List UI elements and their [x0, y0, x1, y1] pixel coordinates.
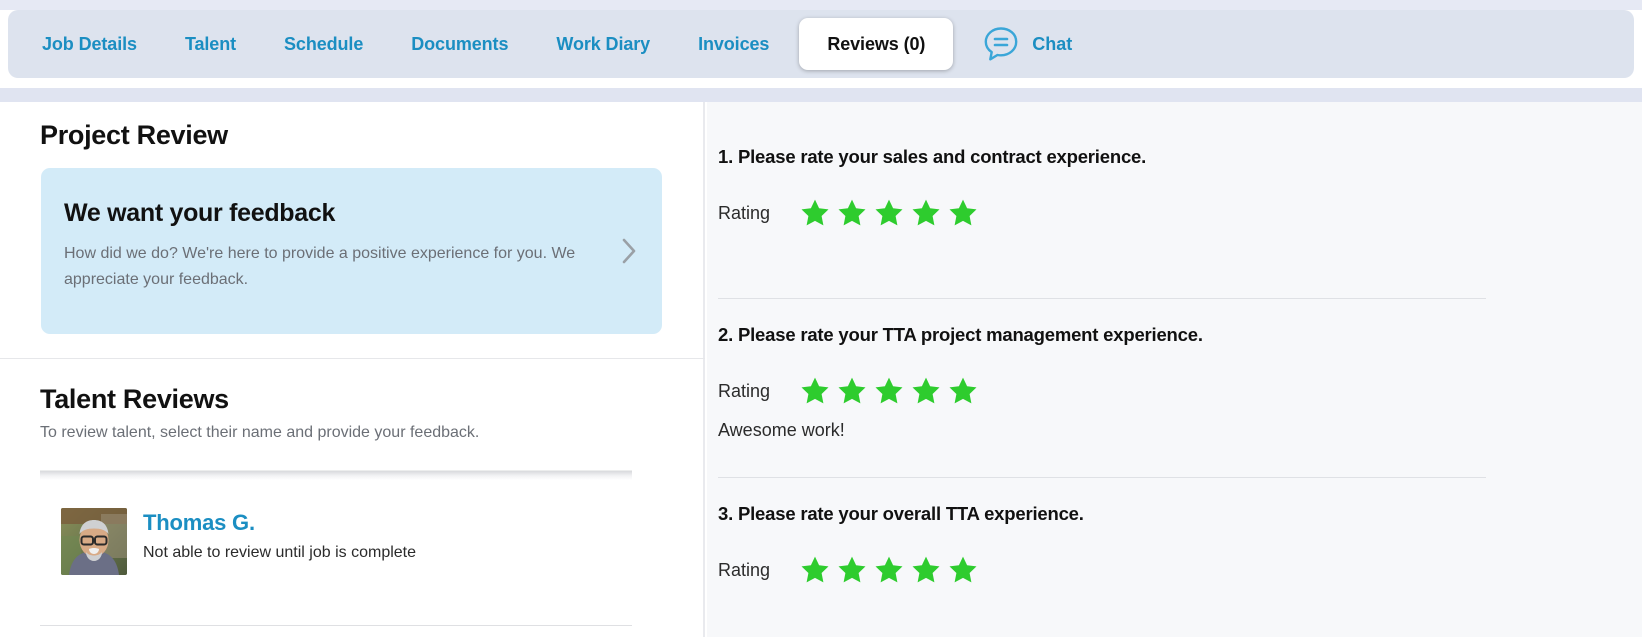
- talent-row-divider: [40, 625, 632, 626]
- project-review-heading: Project Review: [40, 120, 228, 150]
- question-2-text: 2. Please rate your TTA project manageme…: [718, 324, 1203, 345]
- chat-bubble-icon: [981, 24, 1021, 64]
- question-separator-1: [718, 298, 1486, 299]
- star-rating-2[interactable]: [800, 376, 978, 406]
- main-tabbar: Job Details Talent Schedule Documents Wo…: [8, 10, 1634, 78]
- right-panel: 1. Please rate your sales and contract e…: [707, 102, 1642, 637]
- star-icon[interactable]: [800, 198, 830, 228]
- tab-reviews[interactable]: Reviews (0): [799, 18, 954, 70]
- star-icon[interactable]: [837, 376, 867, 406]
- talent-reviews-subtitle: To review talent, select their name and …: [40, 424, 480, 441]
- question-block-1: 1. Please rate your sales and contract e…: [718, 146, 1618, 228]
- talent-reviews-heading: Talent Reviews: [40, 384, 229, 414]
- star-icon[interactable]: [800, 376, 830, 406]
- star-icon[interactable]: [874, 376, 904, 406]
- star-icon[interactable]: [874, 555, 904, 585]
- rating-label-1: Rating: [718, 202, 771, 223]
- question-3-text: 3. Please rate your overall TTA experien…: [718, 503, 1084, 524]
- star-icon[interactable]: [948, 198, 978, 228]
- question-1-rating-row: Rating: [718, 198, 1618, 228]
- talent-list-top-shadow: [40, 470, 632, 480]
- star-icon[interactable]: [948, 555, 978, 585]
- tab-job-details[interactable]: Job Details: [18, 20, 161, 68]
- star-rating-3[interactable]: [800, 555, 978, 585]
- left-panel: Project Review We want your feedback How…: [0, 102, 705, 637]
- rating-label-2: Rating: [718, 380, 771, 401]
- star-icon[interactable]: [874, 198, 904, 228]
- feedback-card-title: We want your feedback: [64, 199, 336, 227]
- feedback-card-subtitle: How did we do? We're here to provide a p…: [64, 245, 576, 288]
- talent-info: Thomas G. Not able to review until job i…: [143, 508, 416, 562]
- talent-list-item[interactable]: Thomas G. Not able to review until job i…: [0, 500, 705, 625]
- tab-schedule[interactable]: Schedule: [260, 20, 387, 68]
- star-icon[interactable]: [948, 376, 978, 406]
- star-icon[interactable]: [800, 555, 830, 585]
- tab-talent[interactable]: Talent: [161, 20, 260, 68]
- chat-button[interactable]: Chat: [959, 24, 1094, 64]
- tab-work-diary[interactable]: Work Diary: [532, 20, 674, 68]
- avatar: [61, 508, 127, 575]
- star-icon[interactable]: [837, 198, 867, 228]
- rating-label-3: Rating: [718, 559, 771, 580]
- question-block-2: 2. Please rate your TTA project manageme…: [718, 324, 1618, 441]
- star-icon[interactable]: [911, 198, 941, 228]
- talent-status-text: Not able to review until job is complete: [143, 544, 417, 561]
- question-2-comment: Awesome work!: [718, 420, 845, 440]
- left-section-divider: [0, 358, 705, 359]
- question-separator-2: [718, 477, 1486, 478]
- tab-invoices[interactable]: Invoices: [674, 20, 793, 68]
- question-1-text: 1. Please rate your sales and contract e…: [718, 146, 1147, 167]
- star-icon[interactable]: [911, 555, 941, 585]
- chat-label: Chat: [1032, 33, 1073, 54]
- talent-name-link[interactable]: Thomas G.: [143, 510, 416, 536]
- header-divider-band: [0, 88, 1642, 102]
- tabbar-wrapper: Job Details Talent Schedule Documents Wo…: [0, 10, 1642, 78]
- question-block-3: 3. Please rate your overall TTA experien…: [718, 503, 1618, 585]
- top-accent-strip: [0, 0, 1642, 10]
- tab-documents[interactable]: Documents: [387, 20, 532, 68]
- star-icon[interactable]: [837, 555, 867, 585]
- question-2-rating-row: Rating: [718, 376, 1618, 406]
- star-icon[interactable]: [911, 376, 941, 406]
- feedback-card[interactable]: We want your feedback How did we do? We'…: [41, 168, 662, 334]
- star-rating-1[interactable]: [800, 198, 978, 228]
- question-3-rating-row: Rating: [718, 555, 1618, 585]
- chevron-right-icon[interactable]: [621, 237, 637, 265]
